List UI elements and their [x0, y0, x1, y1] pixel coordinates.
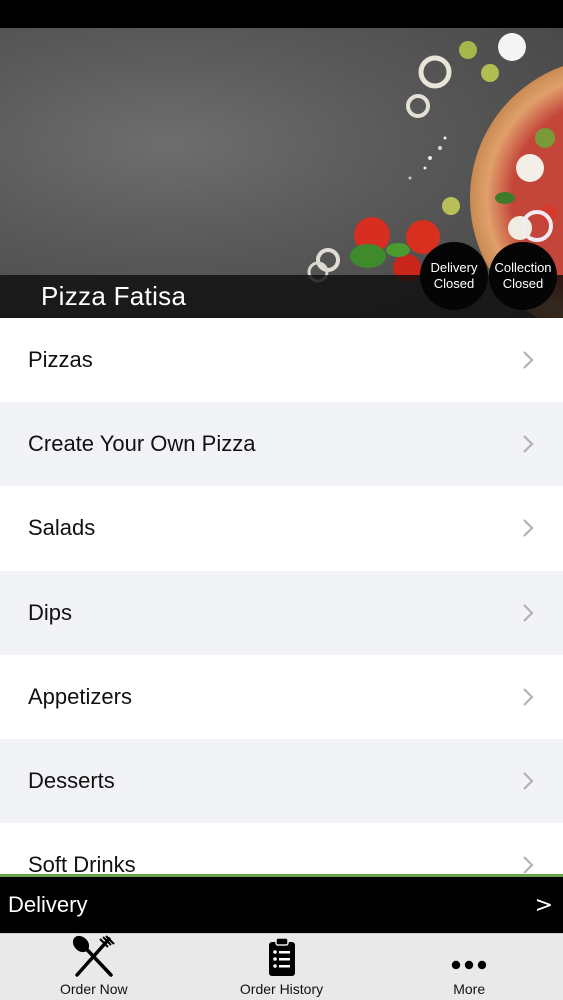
menu-category-create-your-own-pizza[interactable]: Create Your Own Pizza	[0, 402, 563, 487]
restaurant-name: Pizza Fatisa	[41, 281, 187, 311]
menu-category-label: Pizzas	[28, 347, 93, 373]
collection-status-badge: Collection Closed	[489, 242, 557, 310]
order-mode-arrow: >	[534, 892, 553, 918]
menu-category-label: Desserts	[28, 768, 115, 794]
chevron-right-icon	[523, 351, 534, 369]
chevron-right-icon	[523, 603, 534, 622]
menu-category-label: Soft Drinks	[28, 852, 136, 875]
bottom-tab-bar: Order Now Order History More	[0, 933, 563, 1000]
collection-badge-line2: Closed	[502, 276, 544, 291]
delivery-status-badge: Delivery Closed	[420, 242, 488, 310]
fork-knife-icon	[72, 935, 115, 977]
delivery-badge-line2: Closed	[433, 276, 475, 291]
menu-category-desserts[interactable]: Desserts	[0, 738, 563, 824]
status-bar	[0, 0, 563, 28]
menu-category-soft-drinks[interactable]: Soft Drinks	[0, 823, 563, 875]
menu-category-appetizers[interactable]: Appetizers	[0, 654, 563, 739]
more-dots-icon	[451, 960, 487, 970]
chevron-right-icon	[523, 772, 534, 790]
hero-banner: Pizza Fatisa Delivery Closed Collection …	[0, 28, 563, 318]
tab-more[interactable]: More	[375, 934, 563, 1000]
delivery-badge-line1: Delivery	[430, 260, 478, 275]
menu-category-label: Create Your Own Pizza	[28, 431, 256, 457]
menu-category-salads[interactable]: Salads	[0, 486, 563, 571]
menu-category-label: Dips	[28, 599, 73, 625]
clipboard-list-icon	[268, 937, 295, 976]
chevron-right-icon	[523, 688, 534, 706]
tab-label: Order Now	[59, 981, 128, 997]
menu-category-dips[interactable]: Dips	[0, 570, 563, 655]
order-mode-bar[interactable]: Delivery >	[0, 877, 563, 933]
collection-badge-line1: Collection	[494, 260, 552, 275]
order-mode-label: Delivery	[8, 892, 88, 917]
tab-label: Order History	[239, 981, 324, 997]
menu-category-label: Salads	[28, 515, 96, 541]
chevron-right-icon	[523, 856, 534, 874]
chevron-right-icon	[523, 519, 534, 538]
tab-label: More	[453, 981, 486, 997]
menu-category-pizzas[interactable]: Pizzas	[0, 318, 563, 403]
menu-category-label: Appetizers	[28, 683, 132, 709]
tab-order-now[interactable]: Order Now	[0, 934, 188, 1000]
chevron-right-icon	[523, 435, 534, 454]
tab-order-history[interactable]: Order History	[188, 934, 376, 1000]
menu-category-list[interactable]: Pizzas Create Your Own Pizza Salads Dips…	[0, 318, 563, 875]
